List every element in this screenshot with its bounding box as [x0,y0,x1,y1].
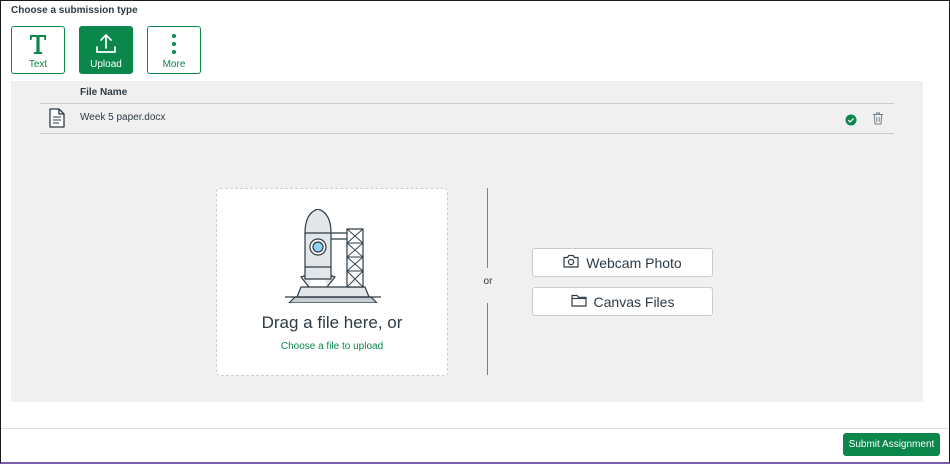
canvas-files-label: Canvas Files [593,293,675,310]
more-type-button[interactable]: More [147,26,201,74]
file-drop-zone[interactable]: Drag a file here, or Choose a file to up… [216,188,448,376]
table-header-divider [40,103,894,104]
drag-file-text: Drag a file here, or [261,313,403,332]
folder-icon [570,294,587,310]
check-circle-icon [845,113,857,131]
webcam-photo-button[interactable]: Webcam Photo [532,248,713,277]
choose-file-link[interactable]: Choose a file to upload [217,341,447,352]
submit-assignment-button[interactable]: Submit Assignment [843,433,940,456]
rocket-launch-illustration [285,208,381,308]
more-vertical-icon [170,30,178,58]
file-name: Week 5 paper.docx [80,112,166,123]
or-separator: or [483,276,493,287]
text-icon [27,30,49,58]
camera-icon [563,254,579,271]
document-icon [48,108,66,133]
footer-divider [1,428,949,429]
table-row-divider [40,133,894,134]
file-name-column-header: File Name [80,87,128,98]
text-type-button[interactable]: Text [11,26,65,74]
canvas-files-button[interactable]: Canvas Files [532,287,713,316]
upload-type-label: Upload [90,59,122,70]
separator-line-top [487,188,488,268]
text-type-label: Text [28,59,48,70]
upload-type-button[interactable]: Upload [79,26,133,74]
trash-icon[interactable] [872,112,884,130]
upload-panel: File Name Week 5 paper.docx Drag a file … [11,81,923,402]
webcam-photo-label: Webcam Photo [586,254,682,271]
more-type-label: More [162,59,186,70]
separator-line-bottom [487,303,488,375]
upload-icon [94,30,118,58]
submission-type-heading: Choose a submission type [11,5,138,16]
